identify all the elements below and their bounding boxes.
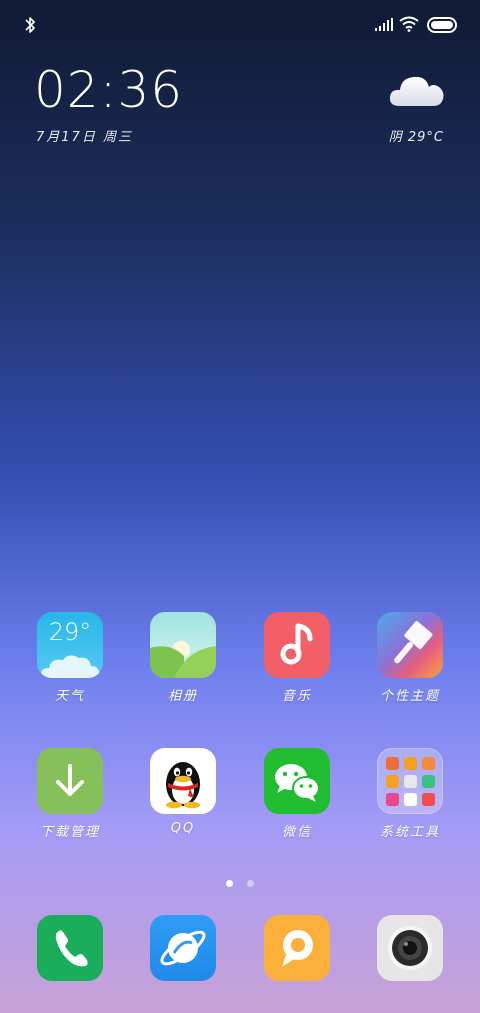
app-label: 个性主题 xyxy=(379,689,440,704)
app-wechat[interactable]: 微信 xyxy=(247,748,347,840)
download-icon xyxy=(37,748,103,814)
bluetooth-icon xyxy=(25,17,35,33)
gallery-icon xyxy=(150,612,216,678)
message-icon xyxy=(264,915,330,981)
app-gallery[interactable]: 相册 xyxy=(133,612,233,704)
app-qq[interactable]: QQ xyxy=(133,748,233,836)
app-label: QQ xyxy=(170,821,196,836)
page-dot-1[interactable] xyxy=(226,880,234,887)
battery-icon xyxy=(427,17,457,33)
theme-icon xyxy=(377,612,443,678)
camera-icon xyxy=(377,915,443,981)
battery-level xyxy=(431,21,453,29)
app-label: 下载管理 xyxy=(39,825,100,840)
wechat-icon xyxy=(264,748,330,814)
weather-icon: 29° xyxy=(37,612,103,678)
app-download-manager[interactable]: 下载管理 xyxy=(20,748,120,840)
browser-icon xyxy=(150,915,216,981)
dock-browser[interactable] xyxy=(133,915,233,981)
folder-icon xyxy=(377,748,443,814)
wifi-icon xyxy=(399,16,419,32)
status-bar xyxy=(0,14,480,38)
app-weather[interactable]: 29° 天气 xyxy=(20,612,120,704)
cloud-icon[interactable] xyxy=(388,70,446,110)
folder-system-tools[interactable]: 系统工具 xyxy=(360,748,460,840)
app-label: 微信 xyxy=(281,825,312,840)
app-music[interactable]: 音乐 xyxy=(247,612,347,704)
dock xyxy=(0,915,480,985)
app-theme[interactable]: 个性主题 xyxy=(360,612,460,704)
qq-icon xyxy=(150,748,216,814)
app-label: 天气 xyxy=(54,689,85,704)
music-icon xyxy=(264,612,330,678)
dock-camera[interactable] xyxy=(360,915,460,981)
dock-messages[interactable] xyxy=(247,915,347,981)
app-label: 系统工具 xyxy=(379,825,440,840)
dock-phone[interactable] xyxy=(20,915,120,981)
clock-date: 7月17日 周三 xyxy=(36,130,133,145)
phone-icon xyxy=(37,915,103,981)
app-label: 相册 xyxy=(167,689,198,704)
page-indicator[interactable] xyxy=(0,872,480,887)
signal-icon xyxy=(375,18,393,31)
weather-summary: 阴 29°C xyxy=(388,130,444,145)
app-row-2: 下载管理 QQ 微信 系统工具 xyxy=(0,748,480,848)
app-label: 音乐 xyxy=(281,689,312,704)
clock-time[interactable]: 02:36 xyxy=(34,60,183,120)
app-row-1: 29° 天气 相册 音乐 个性主题 xyxy=(0,612,480,712)
weather-icon-temp: 29° xyxy=(48,618,92,646)
page-dot-2[interactable] xyxy=(246,880,254,887)
